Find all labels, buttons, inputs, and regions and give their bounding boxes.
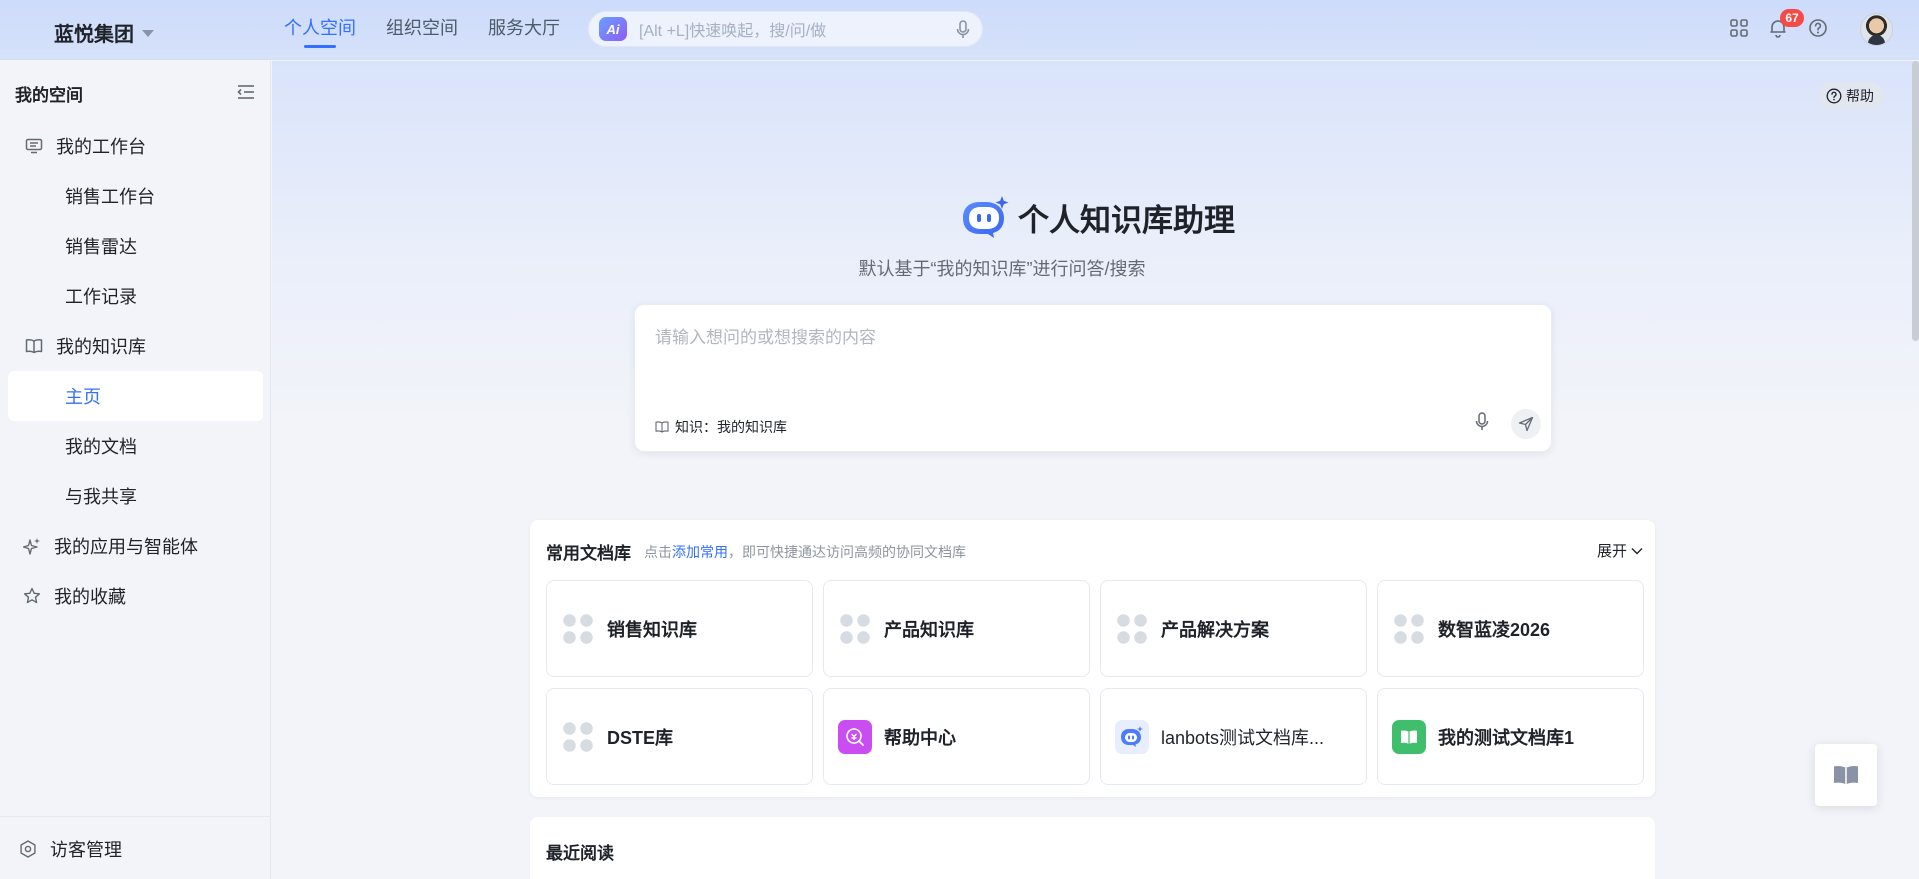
caret-down-icon <box>142 30 154 37</box>
question-icon[interactable] <box>1808 18 1828 38</box>
library-name: 产品解决方案 <box>1161 619 1269 640</box>
sidebar-item-label: 我的知识库 <box>56 337 146 357</box>
library-name: 数智蓝凌2026 <box>1438 619 1551 640</box>
library-tile[interactable]: 我的测试文档库1 <box>1377 688 1644 785</box>
library-grid-icon <box>1392 611 1426 646</box>
question-icon <box>1826 88 1842 104</box>
sidebar-item-my-docs[interactable]: 我的文档 <box>8 421 263 471</box>
sidebar-item-sales-workbench[interactable]: 销售工作台 <box>8 171 263 221</box>
sidebar-item-label: 我的应用与智能体 <box>54 537 198 557</box>
assistant-bot-icon <box>963 195 1009 238</box>
library-tile[interactable]: 数智蓝凌2026 <box>1377 580 1644 677</box>
help-button[interactable]: 帮助 <box>1818 82 1884 110</box>
knowledge-scope-label: 知识：我的知识库 <box>675 419 787 435</box>
send-button[interactable] <box>1511 409 1541 439</box>
book-icon <box>1834 766 1858 785</box>
top-bar: 蓝悦集团 个人空间 组织空间 服务大厅 Ai [Alt +L]快速唤起，搜/问/… <box>0 0 1919 60</box>
mic-icon[interactable] <box>1475 412 1489 432</box>
recent-reading-card: 最近阅读 <box>530 817 1655 879</box>
library-tile[interactable]: DSTE库 <box>546 688 813 785</box>
hero: 个人知识库助理 <box>960 195 1235 240</box>
sidebar-item-shared-with-me[interactable]: 与我共享 <box>8 471 263 521</box>
chevron-down-icon <box>1631 547 1643 554</box>
search-placeholder: [Alt +L]快速唤起，搜/问/做 <box>639 23 827 40</box>
library-tile[interactable]: lanbots测试文档库... <box>1100 688 1367 785</box>
sidebar-title: 我的空间 <box>15 86 83 105</box>
star-icon <box>22 586 42 606</box>
main-nav: 个人空间 组织空间 服务大厅 <box>284 0 560 60</box>
nav-service-hall[interactable]: 服务大厅 <box>488 0 560 60</box>
collapse-sidebar-icon[interactable] <box>236 83 256 101</box>
settings-icon <box>18 839 38 859</box>
org-name: 蓝悦集团 <box>54 24 134 46</box>
sidebar-item-knowledge-base[interactable]: 我的知识库 <box>8 321 263 371</box>
sidebar-divider <box>0 816 271 817</box>
main-content: 帮助 个人知识库助理 默认基于“我的知识库”进行问答/搜索 请输入想问的或想搜索… <box>272 61 1919 879</box>
library-grid-icon <box>838 611 872 646</box>
ai-icon: Ai <box>599 17 627 41</box>
knowledge-scope-selector[interactable]: 知识：我的知识库 <box>655 417 787 437</box>
library-name: 销售知识库 <box>607 619 697 640</box>
notification-badge: 67 <box>1780 9 1804 27</box>
sidebar-item-label: 访客管理 <box>50 840 122 860</box>
common-libraries-hint: 点击添加常用，即可快捷通达访问高频的协同文档库 <box>644 542 966 562</box>
sparkle-icon <box>22 536 42 556</box>
nav-personal-space[interactable]: 个人空间 <box>284 0 356 60</box>
send-icon <box>1518 416 1534 432</box>
library-tile[interactable]: 销售知识库 <box>546 580 813 677</box>
recent-reading-title: 最近阅读 <box>546 844 614 863</box>
library-tile[interactable]: 帮助中心 <box>823 688 1090 785</box>
help-label: 帮助 <box>1846 88 1874 104</box>
ask-input[interactable]: 请输入想问的或想搜索的内容 知识：我的知识库 <box>634 304 1552 452</box>
sidebar-item-favorites[interactable]: 我的收藏 <box>8 571 263 621</box>
hint-prefix: 点击 <box>644 544 672 560</box>
add-common-link[interactable]: 添加常用 <box>672 544 728 560</box>
sidebar-item-label: 我的工作台 <box>56 137 146 157</box>
bot-icon <box>1115 719 1149 754</box>
nav-org-space[interactable]: 组织空间 <box>386 0 458 60</box>
ask-placeholder: 请输入想问的或想搜索的内容 <box>655 328 876 347</box>
library-grid-icon <box>1115 611 1149 646</box>
common-libraries-card: 常用文档库 点击添加常用，即可快捷通达访问高频的协同文档库 展开 销售知识库 产… <box>530 520 1655 797</box>
sidebar-item-work-records[interactable]: 工作记录 <box>8 271 263 321</box>
hint-suffix: ，即可快捷通达访问高频的协同文档库 <box>728 544 966 560</box>
help-center-icon <box>838 719 872 754</box>
library-name: 帮助中心 <box>884 727 956 748</box>
sidebar: 我的空间 我的工作台 销售工作台 销售雷达 工作记录 我的知识库 主页 我的文档… <box>0 61 271 879</box>
apps-grid-icon[interactable] <box>1729 18 1749 38</box>
common-libraries-title: 常用文档库 <box>546 544 631 563</box>
library-name: DSTE库 <box>607 727 674 748</box>
book-icon <box>24 336 44 356</box>
library-grid-icon <box>561 719 595 754</box>
workbench-icon <box>24 136 44 156</box>
scrollbar[interactable] <box>1912 61 1919 341</box>
library-tile[interactable]: 产品解决方案 <box>1100 580 1367 677</box>
sidebar-item-label: 我的收藏 <box>54 587 126 607</box>
hero-subtitle: 默认基于“我的知识库”进行问答/搜索 <box>858 259 1146 279</box>
expand-button[interactable]: 展开 <box>1597 540 1643 561</box>
library-name: lanbots测试文档库... <box>1161 727 1325 748</box>
sidebar-item-workbench[interactable]: 我的工作台 <box>8 121 263 171</box>
library-name: 产品知识库 <box>884 619 974 640</box>
open-book-icon <box>1392 719 1426 754</box>
expand-label: 展开 <box>1597 543 1628 560</box>
search-input[interactable]: Ai [Alt +L]快速唤起，搜/问/做 <box>588 11 983 47</box>
hero-title: 个人知识库助理 <box>1018 203 1235 238</box>
mic-icon[interactable] <box>956 20 970 40</box>
floating-book-button[interactable] <box>1815 744 1877 806</box>
library-tile[interactable]: 产品知识库 <box>823 580 1090 677</box>
sidebar-item-visitor-management[interactable]: 访客管理 <box>8 824 263 874</box>
sidebar-item-apps-agents[interactable]: 我的应用与智能体 <box>8 521 263 571</box>
library-grid-icon <box>561 611 595 646</box>
avatar[interactable] <box>1860 13 1893 46</box>
book-icon <box>655 421 669 433</box>
sidebar-item-home[interactable]: 主页 <box>8 371 263 421</box>
org-switcher[interactable]: 蓝悦集团 <box>54 18 154 47</box>
sidebar-item-sales-radar[interactable]: 销售雷达 <box>8 221 263 271</box>
library-name: 我的测试文档库1 <box>1438 727 1575 748</box>
